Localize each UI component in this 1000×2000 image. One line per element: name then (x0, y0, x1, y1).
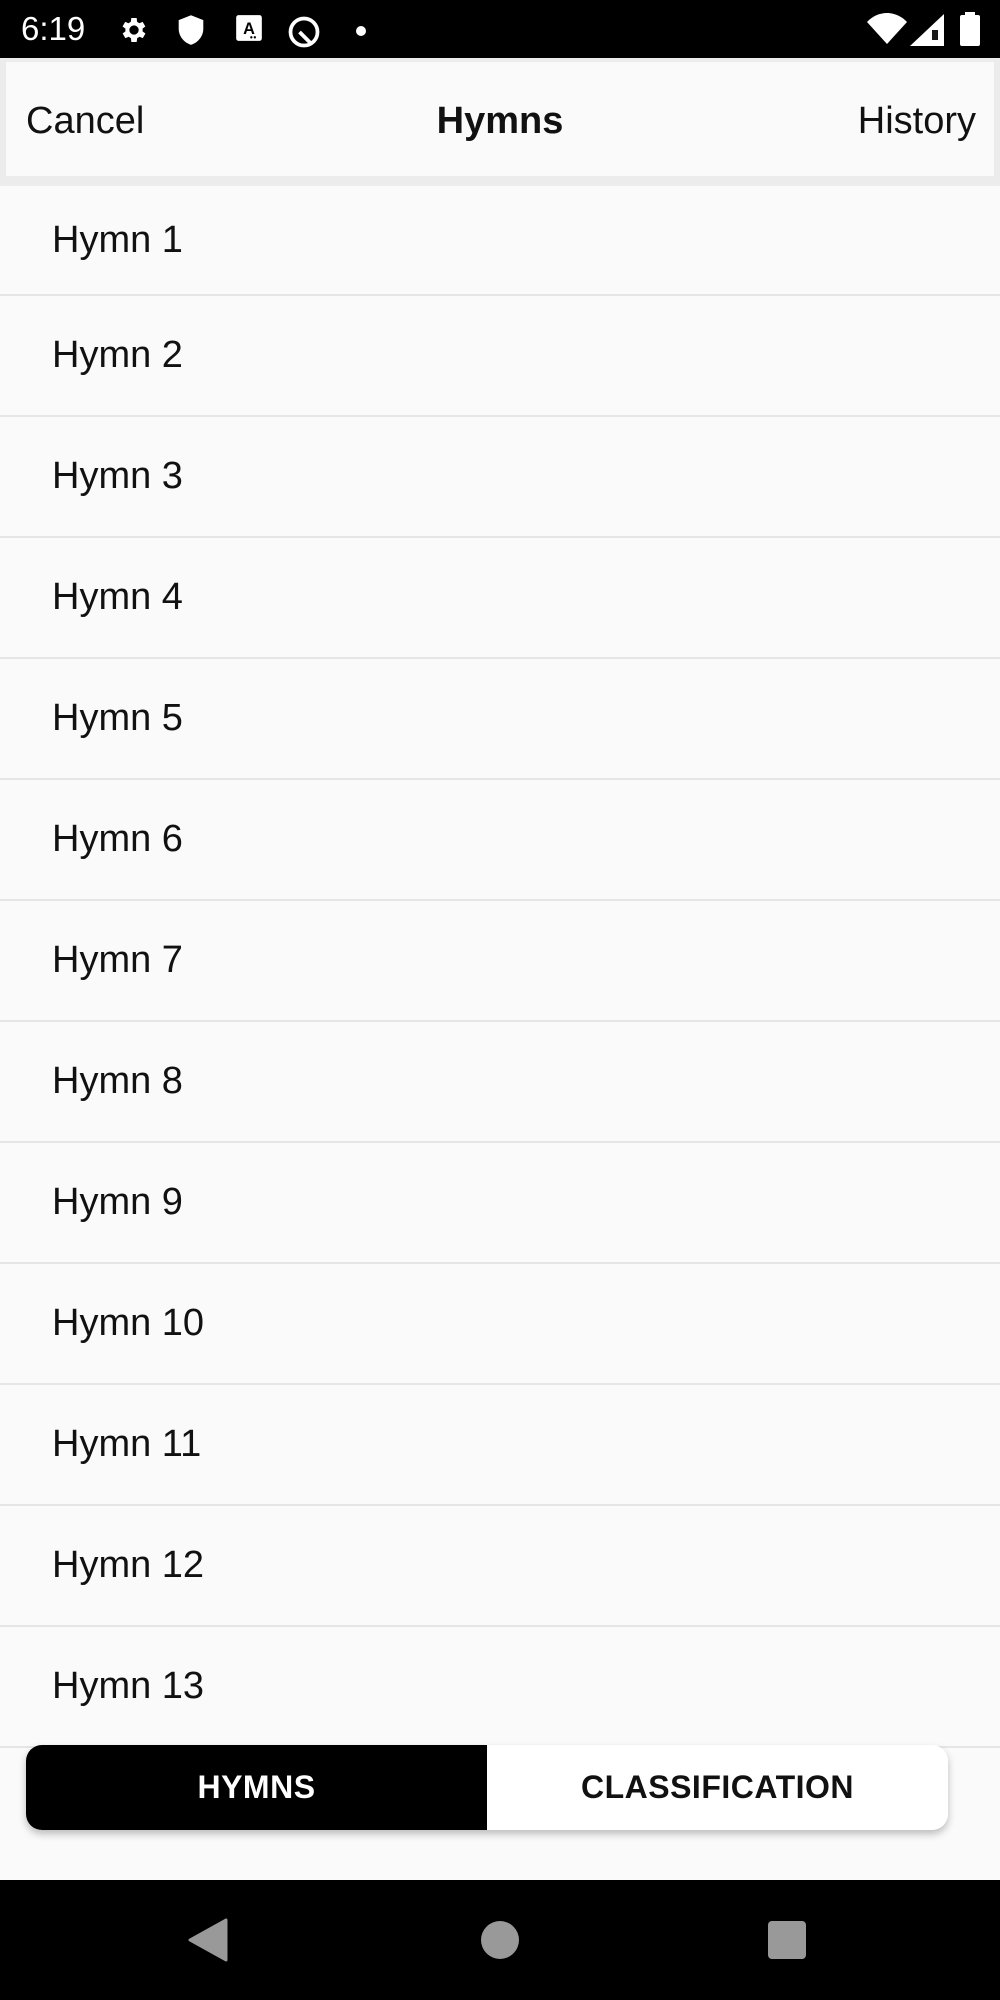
list-item[interactable]: Hymn 5 (0, 659, 1000, 780)
segmented-control: HYMNS CLASSIFICATION (26, 1745, 948, 1830)
list-item[interactable]: Hymn 2 (0, 296, 1000, 417)
list-item-label: Hymn 2 (52, 334, 183, 376)
list-item[interactable]: Hymn 13 (0, 1627, 1000, 1748)
list-item-label: Hymn 12 (52, 1544, 205, 1586)
list-item-label: Hymn 3 (52, 455, 183, 497)
header-inner: Cancel Hymns History (6, 62, 994, 176)
list-item-label: Hymn 10 (52, 1302, 205, 1344)
wifi-icon (867, 12, 907, 51)
status-bar: 6:19 A (0, 0, 1000, 58)
battery-icon (959, 12, 981, 51)
recents-icon[interactable] (767, 1920, 807, 1965)
gear-icon (118, 14, 150, 51)
svg-text:A: A (243, 20, 255, 38)
list-item-label: Hymn 5 (52, 697, 183, 739)
list-item-label: Hymn 4 (52, 576, 183, 618)
list-item[interactable]: Hymn 8 (0, 1022, 1000, 1143)
tab-classification[interactable]: CLASSIFICATION (487, 1745, 948, 1830)
list-item[interactable]: Hymn 11 (0, 1385, 1000, 1506)
list-item-label: Hymn 11 (52, 1423, 202, 1465)
list-item[interactable]: Hymn 4 (0, 538, 1000, 659)
list-item-label: Hymn 6 (52, 818, 183, 860)
list-item[interactable]: Hymn 7 (0, 901, 1000, 1022)
hymn-list[interactable]: Hymn 1 Hymn 2 Hymn 3 Hymn 4 Hymn 5 Hymn … (0, 186, 1000, 1880)
home-icon[interactable] (480, 1920, 520, 1965)
signal-icon (910, 14, 944, 51)
list-item[interactable]: Hymn 1 (0, 186, 1000, 296)
back-icon[interactable] (188, 1918, 228, 1967)
dot-icon (355, 24, 367, 42)
list-item-label: Hymn 7 (52, 939, 183, 981)
navigation-bar (0, 1880, 1000, 2000)
list-item-label: Hymn 13 (52, 1665, 205, 1707)
list-item-label: Hymn 8 (52, 1060, 183, 1102)
history-button[interactable]: History (858, 100, 976, 143)
page-title: Hymns (436, 100, 564, 142)
list-item[interactable]: Hymn 12 (0, 1506, 1000, 1627)
list-item[interactable]: Hymn 3 (0, 417, 1000, 538)
list-item[interactable]: Hymn 6 (0, 780, 1000, 901)
font-a-icon: A (235, 14, 263, 47)
status-time: 6:19 (21, 10, 86, 47)
list-item[interactable]: Hymn 9 (0, 1143, 1000, 1264)
circle-q-icon (286, 14, 322, 55)
list-item[interactable]: Hymn 10 (0, 1264, 1000, 1385)
list-item-label: Hymn 9 (52, 1181, 183, 1223)
list-item-label: Hymn 1 (52, 218, 183, 261)
header-bar: Cancel Hymns History (0, 58, 1000, 186)
shield-icon (176, 14, 206, 51)
tab-hymns[interactable]: HYMNS (26, 1745, 487, 1830)
